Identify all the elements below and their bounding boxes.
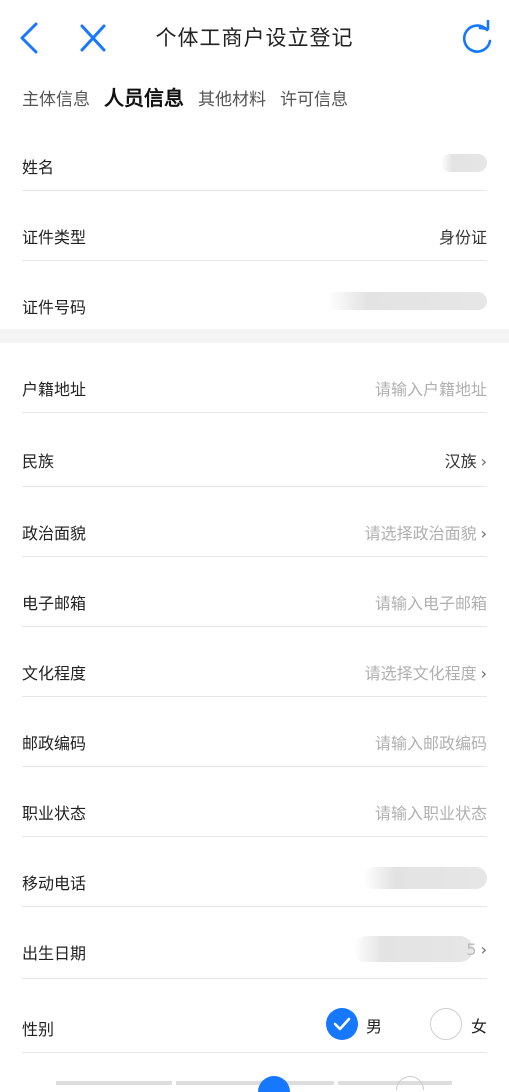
field-placeholder: 请选择政治面貌 [364,524,477,543]
field-label: 邮政编码 [22,734,87,753]
field-value: 5 [466,940,477,959]
field-value: 汉族 [444,452,477,471]
nav-bar: 个体工商户设立登记 [0,0,509,76]
gender-female-label[interactable]: 女 [471,1013,487,1037]
field-label: 民族 [22,452,55,471]
field-label: 文化程度 [22,664,87,683]
field-value: 身份证 [438,228,487,247]
household-input[interactable]: 请输入户籍地址 [375,376,487,400]
field-gender: 性别 [22,988,487,1053]
field-id-type[interactable]: 证件类型 身份证 [22,200,487,261]
chevron-right-icon: › [480,452,487,471]
field-id-number[interactable]: 证件号码 [22,270,487,328]
field-label: 证件类型 [22,228,87,247]
field-postcode[interactable]: 邮政编码 请输入邮政编码 [22,706,487,767]
bottom-segment [56,1081,172,1085]
field-name[interactable]: 姓名 [22,130,487,191]
redacted-value [353,936,473,962]
gender-female-radio[interactable] [430,1008,462,1040]
occupation-input[interactable]: 请输入职业状态 [375,800,487,824]
chevron-right-icon: › [480,664,487,683]
tab-main-info[interactable]: 主体信息 [22,85,90,110]
field-label: 移动电话 [22,874,87,893]
check-icon [333,1017,351,1031]
bottom-action-button[interactable] [258,1076,290,1092]
redacted-value [363,867,487,889]
education-select[interactable]: 请选择文化程度 › [365,660,487,684]
section-tabs: 主体信息 人员信息 其他材料 许可信息 [22,82,362,112]
field-label: 政治面貌 [22,524,87,543]
section-divider [0,329,509,343]
birthday-select[interactable]: 5 › [466,940,487,959]
field-label: 证件号码 [22,298,87,317]
political-select[interactable]: 请选择政治面貌 › [365,520,487,544]
redacted-value [441,154,487,172]
field-mobile[interactable]: 移动电话 [22,846,487,907]
chevron-right-icon: › [480,524,487,543]
field-label: 性别 [22,1020,55,1039]
ethnicity-select[interactable]: 汉族 › [445,448,487,472]
bottom-toolbar [0,1076,509,1092]
field-ethnicity[interactable]: 民族 汉族 › [22,422,487,487]
field-label: 出生日期 [22,944,87,963]
postcode-input[interactable]: 请输入邮政编码 [375,730,487,754]
refresh-icon[interactable] [459,18,495,58]
chevron-right-icon: › [480,940,487,959]
redacted-value [327,292,487,310]
gender-male-radio[interactable] [326,1008,358,1040]
tab-other-materials[interactable]: 其他材料 [198,85,266,110]
field-label: 户籍地址 [22,380,87,399]
field-education[interactable]: 文化程度 请选择文化程度 › [22,636,487,697]
tab-personnel-info[interactable]: 人员信息 [104,82,184,111]
email-input[interactable]: 请输入电子邮箱 [375,590,487,614]
field-label: 电子邮箱 [22,594,87,613]
bottom-secondary-button[interactable] [396,1076,424,1090]
field-birthday[interactable]: 出生日期 5 › [22,916,487,979]
tab-license-info[interactable]: 许可信息 [280,85,348,110]
bottom-segment [176,1081,334,1085]
field-placeholder: 请选择文化程度 [364,664,477,683]
field-occupation[interactable]: 职业状态 请输入职业状态 [22,776,487,837]
field-label: 姓名 [22,158,55,177]
bottom-segment [338,1081,452,1085]
gender-male-label[interactable]: 男 [366,1013,382,1037]
field-label: 职业状态 [22,804,87,823]
field-email[interactable]: 电子邮箱 请输入电子邮箱 [22,566,487,627]
page-title: 个体工商户设立登记 [155,26,354,50]
field-political-status[interactable]: 政治面貌 请选择政治面貌 › [22,496,487,557]
field-household-address[interactable]: 户籍地址 请输入户籍地址 [22,352,487,413]
